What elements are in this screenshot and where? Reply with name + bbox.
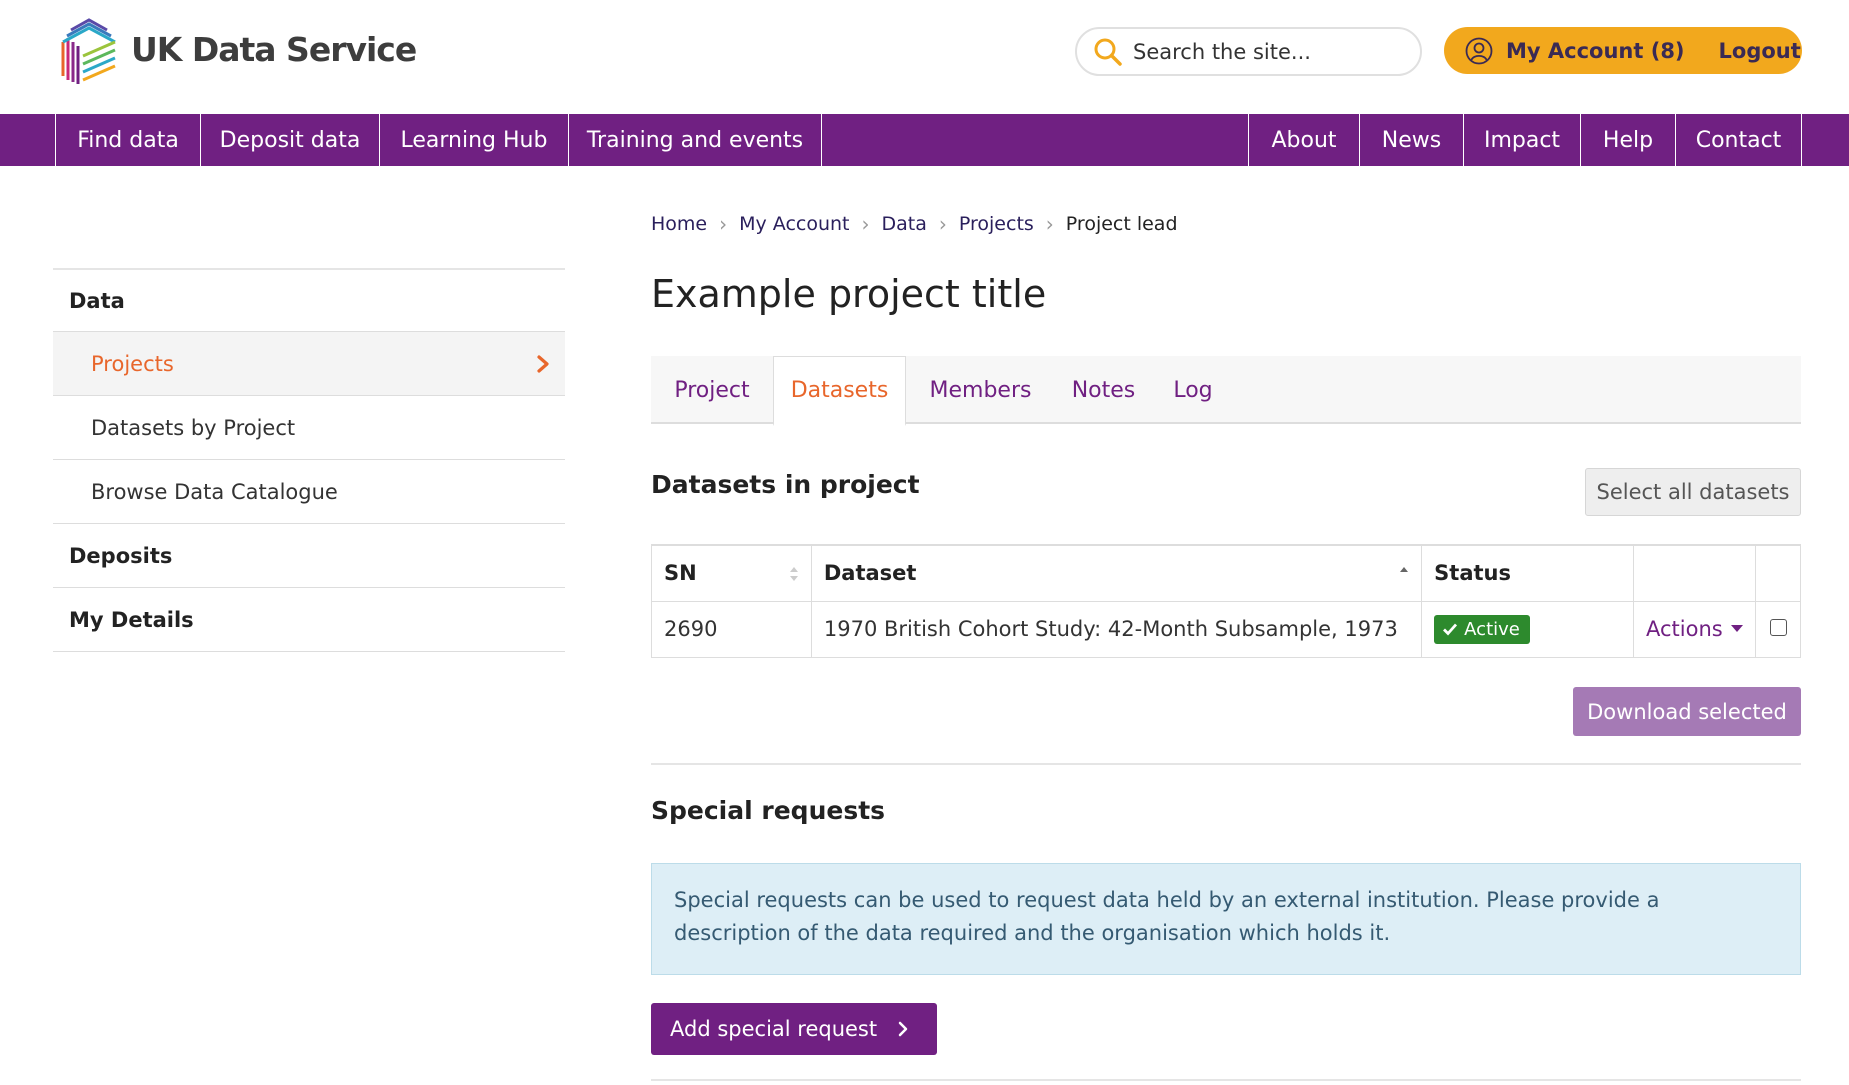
project-tabs: Project Datasets Members Notes Log: [651, 356, 1801, 426]
column-header-label: Dataset: [823, 561, 917, 586]
search-input[interactable]: [1133, 39, 1403, 64]
breadcrumb-current: Project lead: [1065, 213, 1178, 235]
table-row: 2690 1970 British Cohort Study: 42-Month…: [651, 600, 1802, 658]
datasets-heading: Datasets in project: [651, 470, 920, 499]
logo-text: UK Data Service: [131, 29, 417, 69]
my-account-label: My Account (8): [1506, 38, 1685, 63]
nav-news[interactable]: News: [1359, 114, 1463, 166]
datasets-table: SN Dataset Status 2690 1970 British Coho…: [651, 544, 1802, 658]
nav-help[interactable]: Help: [1580, 114, 1675, 166]
special-requests-info-text: Special requests can be used to request …: [674, 888, 1660, 945]
cell-sn: 2690: [651, 600, 812, 658]
table-header-row: SN Dataset Status: [651, 544, 1802, 602]
chevron-right-icon: [898, 1021, 908, 1037]
breadcrumb: Home › My Account › Data › Projects › Pr…: [651, 212, 1178, 236]
add-special-request-button[interactable]: Add special request: [651, 1003, 937, 1055]
breadcrumb-my-account[interactable]: My Account: [739, 213, 849, 235]
sidebar-heading-data[interactable]: Data: [53, 268, 565, 332]
caret-down-icon: [1730, 625, 1743, 632]
sidebar: Data Projects Datasets by Project Browse…: [53, 268, 565, 652]
sidebar-item-datasets-by-project[interactable]: Datasets by Project: [53, 396, 565, 460]
section-divider: [651, 1079, 1801, 1081]
download-selected-button[interactable]: Download selected: [1573, 687, 1801, 736]
column-header-actions: [1633, 544, 1756, 602]
cell-select: [1754, 600, 1802, 658]
uk-data-service-logo-icon: [61, 18, 116, 84]
cell-actions: Actions: [1633, 600, 1756, 658]
status-badge-label: Active: [1464, 618, 1520, 640]
nav-impact[interactable]: Impact: [1463, 114, 1580, 166]
nav-about[interactable]: About: [1248, 114, 1359, 166]
tab-datasets[interactable]: Datasets: [773, 356, 906, 426]
check-icon: [1443, 623, 1458, 636]
breadcrumb-separator-icon: ›: [1045, 212, 1054, 236]
column-header-status: Status: [1421, 544, 1635, 602]
select-all-datasets-button[interactable]: Select all datasets: [1585, 468, 1801, 516]
column-header-dataset[interactable]: Dataset: [810, 544, 1423, 602]
nav-training-and-events[interactable]: Training and events: [568, 114, 822, 166]
my-account-link[interactable]: My Account (8): [1464, 36, 1685, 66]
actions-label: Actions: [1646, 617, 1723, 641]
sort-icon: [789, 567, 798, 581]
column-header-sn[interactable]: SN: [651, 544, 812, 602]
section-divider: [651, 763, 1801, 765]
breadcrumb-data[interactable]: Data: [882, 213, 927, 235]
main-navigation: Find data Deposit data Learning Hub Trai…: [0, 114, 1849, 166]
site-logo[interactable]: UK Data Service: [53, 12, 417, 86]
search-box[interactable]: [1075, 27, 1422, 76]
sidebar-heading-deposits[interactable]: Deposits: [53, 524, 565, 588]
logout-link[interactable]: Logout: [1719, 39, 1801, 63]
tab-members[interactable]: Members: [906, 356, 1055, 424]
sidebar-item-browse-data-catalogue[interactable]: Browse Data Catalogue: [53, 460, 565, 524]
breadcrumb-separator-icon: ›: [719, 212, 728, 236]
nav-learning-hub[interactable]: Learning Hub: [379, 114, 568, 166]
cell-dataset: 1970 British Cohort Study: 42-Month Subs…: [810, 600, 1423, 658]
tab-log[interactable]: Log: [1152, 356, 1234, 424]
account-bar: My Account (8) Logout: [1444, 27, 1802, 74]
page-title: Example project title: [651, 272, 1047, 316]
add-special-request-label: Add special request: [670, 1017, 878, 1041]
sidebar-item-projects[interactable]: Projects: [53, 332, 565, 396]
nav-contact[interactable]: Contact: [1675, 114, 1802, 166]
row-select-checkbox[interactable]: [1769, 619, 1787, 636]
sidebar-item-label: Projects: [91, 351, 174, 376]
column-header-label: SN: [664, 561, 697, 586]
chevron-right-icon: [537, 354, 549, 373]
special-requests-info: Special requests can be used to request …: [651, 863, 1801, 975]
nav-deposit-data[interactable]: Deposit data: [200, 114, 379, 166]
breadcrumb-projects[interactable]: Projects: [959, 213, 1034, 235]
tab-project[interactable]: Project: [651, 356, 773, 424]
cell-status: Active: [1421, 600, 1635, 658]
actions-dropdown[interactable]: Actions: [1646, 617, 1743, 641]
breadcrumb-separator-icon: ›: [938, 212, 947, 236]
breadcrumb-home[interactable]: Home: [651, 213, 707, 235]
column-header-label: Status: [1434, 561, 1511, 586]
column-header-select: [1754, 544, 1802, 602]
tab-notes[interactable]: Notes: [1055, 356, 1152, 424]
special-requests-heading: Special requests: [651, 796, 886, 825]
status-badge: Active: [1434, 614, 1530, 644]
sort-ascending-icon: [1400, 567, 1409, 572]
user-icon: [1465, 37, 1493, 64]
breadcrumb-separator-icon: ›: [861, 212, 870, 236]
sidebar-heading-my-details[interactable]: My Details: [53, 588, 565, 652]
search-icon: [1094, 38, 1122, 66]
nav-find-data[interactable]: Find data: [55, 114, 200, 166]
